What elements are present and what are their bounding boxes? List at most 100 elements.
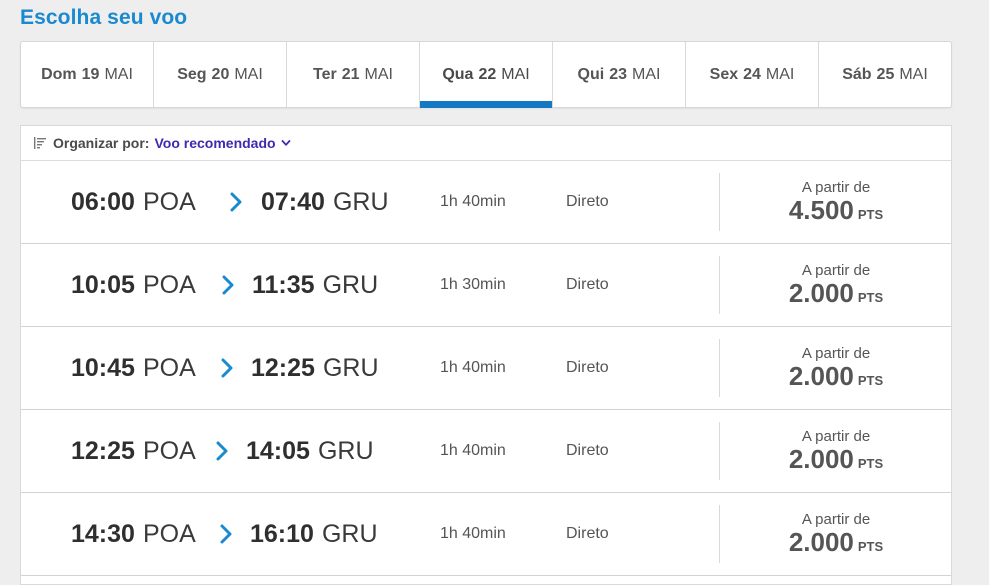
flight-row[interactable]: 10:45 POA 12:25 GRU 1h 40min Direto A pa…: [21, 327, 951, 410]
chevron-right-icon: [221, 358, 233, 378]
price-line: 2.000 PTS: [721, 279, 951, 312]
tab-weekday: Qui: [577, 65, 605, 83]
tab-day: 20: [211, 65, 230, 83]
tab-month: MAI: [765, 65, 795, 83]
flight-duration: 1h 40min: [440, 525, 506, 542]
tab-month: MAI: [364, 65, 393, 83]
divider: [719, 422, 720, 480]
divider: [719, 256, 720, 314]
price-block: A partir de 2.000 PTS: [721, 511, 951, 561]
arrival-time: 12:25: [251, 353, 315, 382]
price-line: 4.500 PTS: [721, 196, 951, 229]
tab-weekday: Seg: [177, 65, 207, 83]
price-unit: PTS: [857, 539, 884, 554]
chevron-right-icon: [222, 275, 234, 295]
flight-row[interactable]: 14:30 POA 16:10 GRU 1h 40min Direto A pa…: [21, 493, 951, 576]
tab-day: 19: [81, 65, 100, 83]
departure: 10:45 POA: [71, 327, 196, 409]
price-prefix: A partir de: [801, 428, 871, 445]
date-tab-qui-23[interactable]: Qui 23 MAI: [553, 42, 686, 107]
flight-duration: 1h 30min: [440, 276, 506, 293]
arrival-airport: GRU: [321, 519, 378, 548]
departure: 10:05 POA: [71, 244, 196, 326]
tab-month: MAI: [632, 65, 661, 83]
arrival-airport: GRU: [332, 187, 389, 216]
sort-dropdown[interactable]: Voo recomendado: [154, 135, 290, 151]
price-unit: PTS: [857, 207, 884, 222]
arrival: 07:40 GRU: [261, 161, 389, 243]
departure-time: 14:30: [71, 519, 135, 548]
price-amount: 2.000: [788, 444, 854, 474]
date-tab-sex-24[interactable]: Sex 24 MAI: [686, 42, 819, 107]
arrival: 12:25 GRU: [251, 327, 379, 409]
price-prefix: A partir de: [801, 262, 871, 279]
page-title: Escolha seu voo: [20, 6, 188, 29]
arrival-airport: GRU: [322, 353, 379, 382]
tab-month: MAI: [501, 65, 530, 83]
departure-airport: POA: [142, 436, 196, 465]
price-amount: 4.500: [788, 195, 854, 225]
arrival-time: 07:40: [261, 187, 325, 216]
date-tab-qua-22[interactable]: Qua 22 MAI: [420, 42, 553, 108]
tab-weekday: Qua: [442, 65, 474, 83]
date-tab-dom-19[interactable]: Dom 19 MAI: [21, 42, 154, 107]
price-amount: 2.000: [788, 527, 854, 557]
tab-weekday: Sex: [709, 65, 739, 83]
price-block: A partir de 4.500 PTS: [721, 179, 951, 229]
price-prefix: A partir de: [801, 179, 871, 196]
sort-icon: [34, 137, 46, 149]
price-block: A partir de 2.000 PTS: [721, 345, 951, 395]
flight-results-panel: Organizar por: Voo recomendado 06:00 POA…: [20, 125, 952, 585]
flight-row[interactable]: 06:00 POA 07:40 GRU 1h 40min Direto A pa…: [21, 161, 951, 244]
flight-row[interactable]: 10:05 POA 11:35 GRU 1h 30min Direto A pa…: [21, 244, 951, 327]
departure-airport: POA: [142, 353, 196, 382]
tab-day: 22: [478, 65, 497, 83]
chevron-right-icon: [230, 192, 242, 212]
date-tab-ter-21[interactable]: Ter 21 MAI: [287, 42, 420, 107]
tab-day: 23: [609, 65, 627, 83]
sort-value-text: Voo recomendado: [154, 135, 276, 151]
price-prefix: A partir de: [801, 345, 871, 362]
tab-weekday: Dom: [41, 65, 77, 83]
tab-day: 25: [876, 65, 895, 83]
price-block: A partir de 2.000 PTS: [721, 262, 951, 312]
flight-duration: 1h 40min: [440, 442, 506, 459]
arrival-airport: GRU: [317, 436, 374, 465]
tab-month: MAI: [899, 65, 928, 83]
chevron-right-icon: [220, 524, 232, 544]
arrival: 16:10 GRU: [250, 493, 378, 575]
divider: [719, 173, 720, 231]
arrival-time: 14:05: [246, 436, 310, 465]
arrival-airport: GRU: [322, 270, 379, 299]
flight-stops: Direto: [566, 442, 609, 459]
departure: 06:00 POA: [71, 161, 196, 243]
flight-duration: 1h 40min: [440, 359, 506, 376]
departure-time: 06:00: [71, 187, 135, 216]
departure-time: 12:25: [71, 436, 135, 465]
price-unit: PTS: [857, 290, 884, 305]
tab-weekday: Ter: [313, 65, 337, 83]
divider: [719, 339, 720, 397]
sort-bar: Organizar por: Voo recomendado: [21, 126, 951, 161]
date-tab-bar: Dom 19 MAI Seg 20 MAI Ter 21 MAI Qua 22 …: [20, 41, 952, 108]
price-block: A partir de 2.000 PTS: [721, 428, 951, 478]
tab-weekday: Sáb: [842, 65, 872, 83]
price-unit: PTS: [857, 456, 884, 471]
arrival-time: 11:35: [252, 270, 315, 299]
flight-stops: Direto: [566, 525, 609, 542]
chevron-down-icon: [281, 140, 290, 146]
chevron-right-icon: [216, 441, 228, 461]
sort-label: Organizar por:: [53, 135, 150, 151]
departure-time: 10:45: [71, 353, 135, 382]
flight-stops: Direto: [566, 276, 609, 293]
price-line: 2.000 PTS: [721, 362, 951, 395]
price-line: 2.000 PTS: [721, 528, 951, 561]
flight-duration: 1h 40min: [440, 193, 506, 210]
divider: [719, 505, 720, 563]
date-tab-sab-25[interactable]: Sáb 25 MAI: [819, 42, 951, 107]
departure: 14:30 POA: [71, 493, 196, 575]
tab-day: 24: [743, 65, 761, 83]
price-prefix: A partir de: [801, 511, 871, 528]
flight-row[interactable]: 12:25 POA 14:05 GRU 1h 40min Direto A pa…: [21, 410, 951, 493]
date-tab-seg-20[interactable]: Seg 20 MAI: [154, 42, 287, 107]
